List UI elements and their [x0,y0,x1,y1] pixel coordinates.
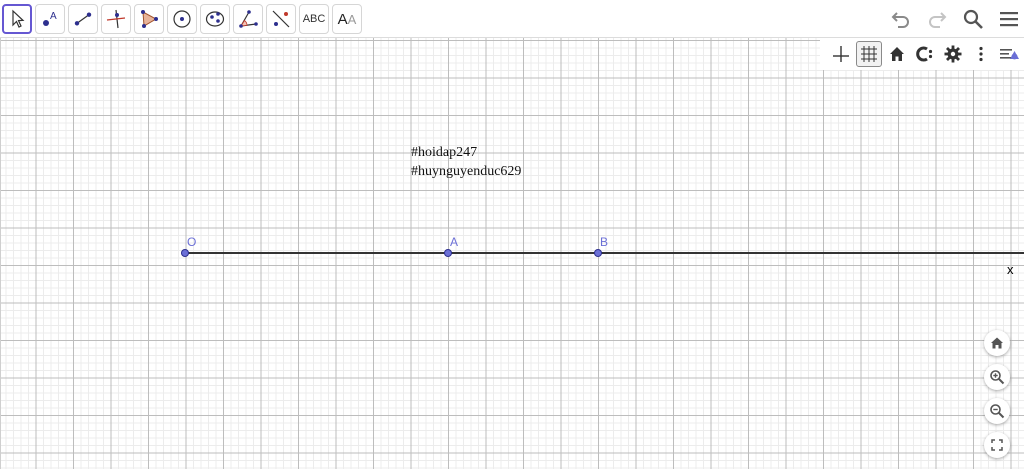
grid-toggle-icon [861,46,877,62]
grid-toggle-button[interactable] [856,41,882,67]
home-button[interactable] [984,330,1010,356]
text-annotation[interactable]: #hoidap247 #huynguyenduc629 [411,143,521,181]
ellipse-tool-icon [205,11,225,27]
redo-button[interactable] [922,5,952,33]
point-a[interactable] [444,249,452,257]
tool-palette: A ABC AA [2,4,362,34]
point-b[interactable] [594,249,602,257]
undo-icon [891,12,909,28]
move-tool-button[interactable] [2,4,32,34]
perpendicular-line-tool-icon [106,9,126,29]
more-vert-icon [979,46,983,62]
text-style-tool-button[interactable]: AA [332,4,362,34]
circle-center-point-tool-icon [173,10,191,28]
home-view-icon [890,47,904,61]
menu-icon [1000,12,1018,27]
fullscreen-icon [991,439,1003,451]
more-options-button[interactable] [968,41,994,67]
perpendicular-line-tool-button[interactable] [101,4,131,34]
point-label-o: O [187,235,197,249]
text-style-tool-label: AA [338,11,357,28]
text-line-hoidap: #hoidap247 [411,145,478,160]
zoom-out-icon [990,404,1005,419]
segment-tool-icon [74,12,92,26]
graphics-style-bar [820,38,1024,70]
polygon-tool-button[interactable] [134,4,164,34]
reflect-tool-button[interactable] [266,4,296,34]
style-bar-toggle-button[interactable] [996,41,1022,67]
point-capture-button[interactable] [912,41,938,67]
standard-view-button[interactable] [884,41,910,67]
zoom-out-button[interactable] [984,398,1010,424]
graphics-view[interactable]: #hoidap247 #huynguyenduc629 O A B x [0,38,1024,469]
top-toolbar: A ABC AA [0,0,1024,38]
point-capture-icon [916,46,933,62]
text-line-username: #huynguyenduc629 [411,164,522,179]
fullscreen-button[interactable] [984,432,1010,458]
angle-tool-icon [239,10,258,28]
text-tool-button[interactable]: ABC [299,4,329,34]
angle-tool-button[interactable] [233,4,263,34]
axes-toggle-button[interactable] [828,41,854,67]
ray-label-x: x [1007,262,1014,277]
ellipse-tool-button[interactable] [200,4,230,34]
polygon-tool-icon [141,10,158,28]
move-tool-icon [12,9,25,28]
point-tool-icon: A [43,11,57,26]
reflect-tool-icon [272,10,290,28]
zoom-in-button[interactable] [984,364,1010,390]
text-style-big-a: A [337,10,348,28]
text-tool-label: ABC [302,13,326,25]
undo-button[interactable] [886,5,916,33]
top-right-actions [886,5,1024,33]
point-label-b: B [600,235,609,249]
point-label-a: A [450,235,459,249]
style-bar-toggle-icon [1000,49,1019,60]
redo-icon [929,12,947,28]
graphics-settings-button[interactable] [940,41,966,67]
point-o[interactable] [181,249,189,257]
search-button[interactable] [958,5,988,33]
zoom-panel [984,330,1010,458]
settings-gear-icon [944,45,962,63]
search-icon [963,9,983,29]
axes-toggle-icon [833,46,849,62]
point-tool-button[interactable]: A [35,4,65,34]
home-icon [991,337,1003,349]
text-style-small-a: A [347,11,357,27]
ray-ox[interactable] [184,252,1024,254]
svg-text:A: A [50,11,57,22]
circle-tool-button[interactable] [167,4,197,34]
zoom-in-icon [990,370,1005,385]
segment-tool-button[interactable] [68,4,98,34]
main-menu-button[interactable] [994,5,1024,33]
